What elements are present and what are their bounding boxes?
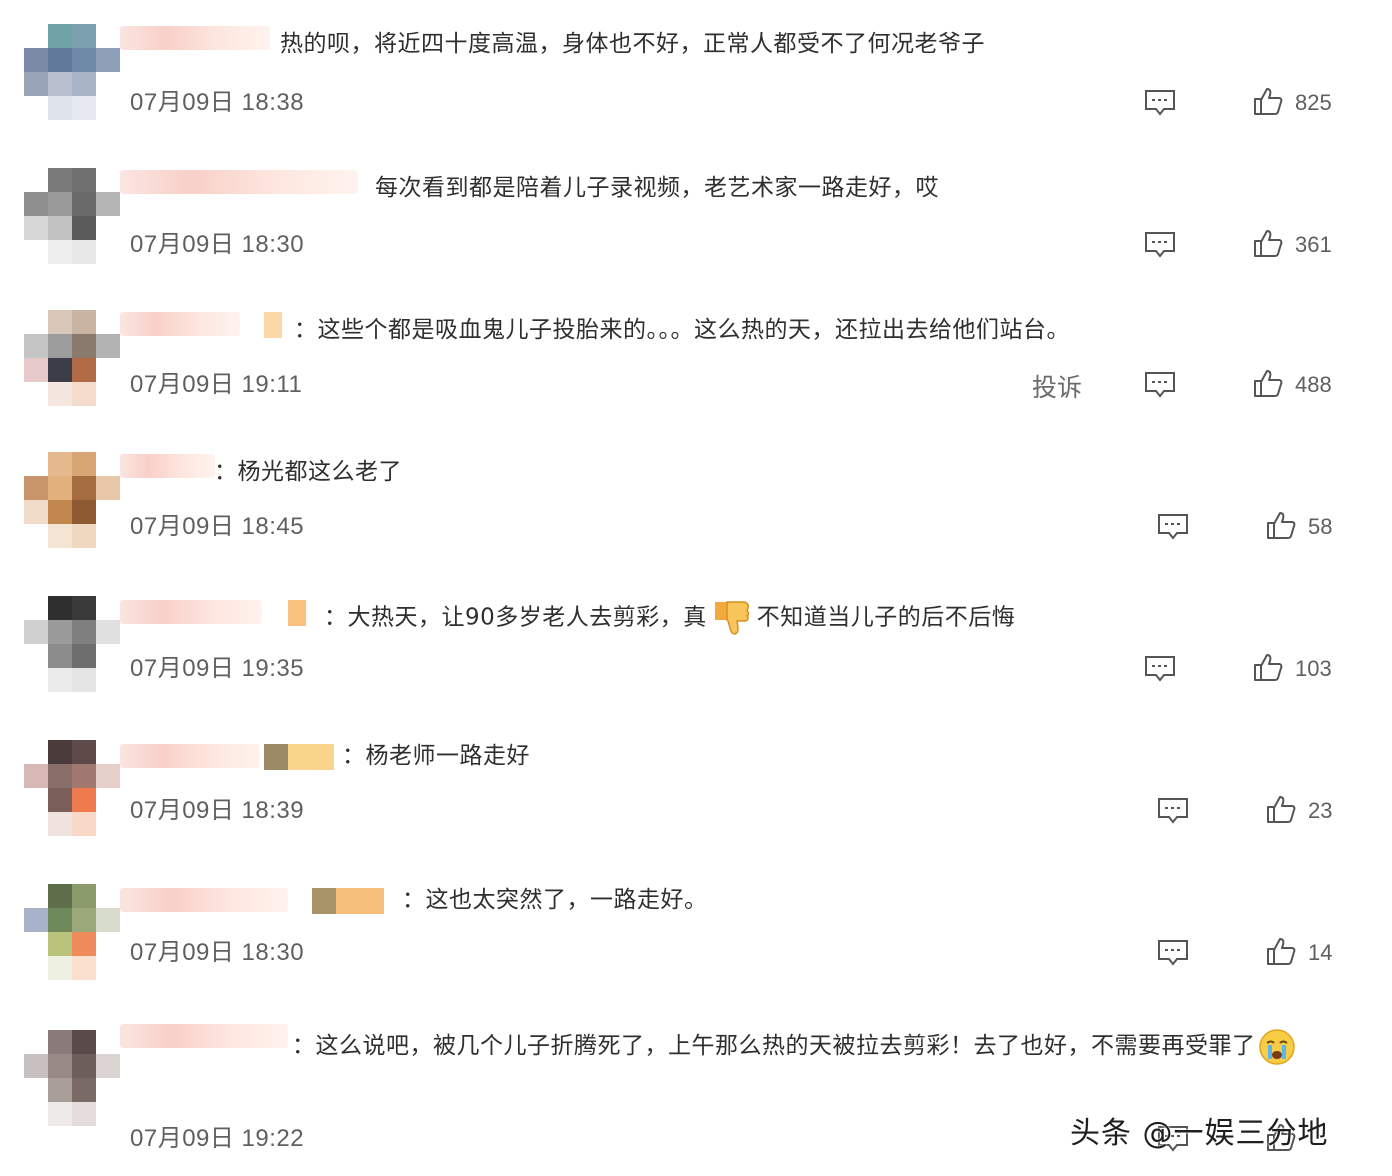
like-count: 361 (1295, 232, 1332, 257)
username-blurred[interactable] (120, 888, 288, 912)
like-count: 58 (1308, 514, 1333, 539)
comment-text-part: ：这么说吧，被几个儿子折腾死了，上午那么热的天被拉去剪彩！去了也好，不需要再受罪… (292, 1033, 1256, 1059)
comment-time: 07月09日 18:39 (130, 797, 305, 824)
comment-reply-icon[interactable] (1157, 512, 1189, 542)
avatar[interactable] (24, 452, 120, 548)
avatar[interactable] (24, 310, 120, 406)
username-blurred[interactable] (120, 170, 358, 194)
username-badge (288, 600, 306, 626)
comment-text-part: ：大热天，让90多岁老人去剪彩，真 (324, 604, 707, 631)
username-badge (336, 888, 384, 914)
comment-text: ：这也太突然了，一路走好。 (402, 887, 708, 913)
thumbs-up-icon[interactable] (1253, 228, 1283, 258)
thumbs-up-icon[interactable] (1266, 510, 1296, 540)
comment-time: 07月09日 19:35 (130, 655, 305, 682)
comment-reply-icon[interactable] (1144, 654, 1176, 684)
username-badge (264, 744, 288, 770)
comment-reply-icon[interactable] (1144, 370, 1176, 400)
avatar[interactable] (24, 740, 120, 836)
comment-text: ：杨老师一路走好 (342, 743, 530, 769)
comment-time: 07月09日 19:11 (130, 371, 303, 398)
avatar[interactable] (24, 884, 120, 980)
avatar[interactable] (24, 596, 120, 692)
username-blurred[interactable] (120, 26, 270, 50)
like-count: 23 (1308, 798, 1333, 823)
comment-time: 07月09日 18:45 (130, 513, 305, 540)
avatar[interactable] (24, 24, 120, 120)
comment-text: 每次看到都是陪着儿子录视频，老艺术家一路走好，哎 (375, 175, 939, 201)
like-count: 103 (1295, 656, 1332, 681)
comment-reply-icon[interactable] (1157, 796, 1189, 826)
username-blurred[interactable] (120, 600, 262, 624)
comment-time: 07月09日 18:38 (130, 89, 305, 116)
avatar[interactable] (24, 168, 120, 264)
crying-face-emoji (1258, 1028, 1295, 1065)
avatar[interactable] (24, 1030, 120, 1126)
username-blurred[interactable] (120, 312, 240, 336)
username-badge (264, 312, 282, 338)
report-button[interactable]: 投诉 (1032, 368, 1082, 404)
comment-time: 07月09日 18:30 (130, 939, 305, 966)
username-badge (312, 888, 336, 914)
username-badge (288, 744, 334, 770)
username-blurred[interactable] (120, 744, 260, 768)
like-count: 825 (1295, 90, 1332, 115)
comment-text: ：这些个都是吸血鬼儿子投胎来的。。。这么热的天，还拉出去给他们站台。 (294, 317, 1070, 343)
thumbs-down-emoji (714, 601, 750, 635)
thumbs-up-icon[interactable] (1253, 368, 1283, 398)
thumbs-up-icon[interactable] (1253, 86, 1283, 116)
comment-time: 07月09日 19:22 (130, 1125, 305, 1152)
thumbs-up-icon[interactable] (1253, 652, 1283, 682)
comment-reply-icon[interactable] (1144, 230, 1176, 260)
comment-text: ：大热天，让90多岁老人去剪彩，真 不知道当儿子的后不后悔 (324, 598, 1015, 638)
username-blurred[interactable] (120, 454, 215, 478)
comment-text-part: 不知道当儿子的后不后悔 (756, 604, 1016, 631)
comment-time: 07月09日 18:30 (130, 231, 305, 258)
watermark: 头条 @一娱三分地 (1070, 1116, 1329, 1151)
like-count: 14 (1308, 940, 1333, 965)
comment-reply-icon[interactable] (1157, 938, 1189, 968)
comment-text: ：这么说吧，被几个儿子折腾死了，上午那么热的天被拉去剪彩！去了也好，不需要再受罪… (130, 1024, 1360, 1068)
thumbs-up-icon[interactable] (1266, 794, 1296, 824)
comment-reply-icon[interactable] (1144, 88, 1176, 118)
thumbs-up-icon[interactable] (1266, 936, 1296, 966)
comment-text: ：杨光都这么老了 (214, 459, 402, 485)
comment-text: 热的呗，将近四十度高温，身体也不好，正常人都受不了何况老爷子 (280, 31, 985, 57)
like-count: 488 (1295, 372, 1332, 397)
